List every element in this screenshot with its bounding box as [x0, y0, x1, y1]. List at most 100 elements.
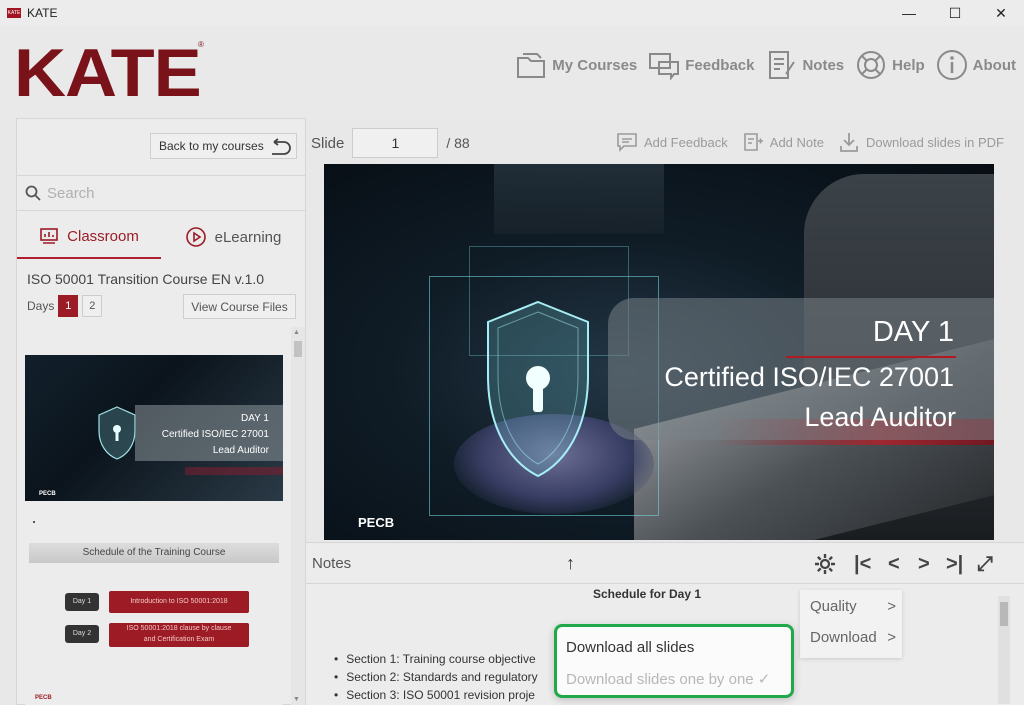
notes-icon	[769, 51, 796, 79]
thumb-brand: PECB	[35, 695, 52, 701]
download-one-by-one-option[interactable]: Download slides one by one ✓	[566, 670, 770, 688]
course-type-tabs: Classroom eLearning	[17, 215, 305, 259]
shield-graphic	[98, 406, 136, 460]
close-button[interactable]: ✕	[978, 0, 1024, 26]
next-slide-button[interactable]: >	[918, 553, 930, 576]
download-pdf-button[interactable]: Download slides in PDF	[838, 131, 1004, 153]
first-slide-button[interactable]: |<	[854, 553, 871, 576]
shield-graphic	[487, 300, 589, 478]
thumb-day1-bar: Introduction to ISO 50001:2018	[109, 591, 249, 613]
kate-logo: KATE	[14, 35, 202, 111]
lifebuoy-icon	[857, 51, 886, 79]
slide-title-day: DAY 1	[872, 316, 954, 348]
folder-icon	[517, 53, 546, 78]
thumb-schedule-header: Schedule of the Training Course	[29, 543, 279, 563]
add-feedback-label: Add Feedback	[643, 134, 728, 150]
tab-elearning[interactable]: eLearning	[161, 215, 305, 259]
nav-label: Notes	[802, 56, 845, 74]
slide-title-rule	[786, 356, 956, 358]
slide-thumbnail-1[interactable]: DAY 1 Certified ISO/IEC 27001 Lead Audit…	[25, 355, 283, 501]
nav-label: My Courses	[552, 56, 638, 74]
expand-notes-button[interactable]: ↑	[566, 553, 575, 574]
scroll-up-arrow[interactable]: ▲	[293, 329, 300, 336]
thumb-title-line1: DAY 1	[241, 413, 269, 424]
window-title: KATE	[27, 6, 58, 20]
thumb-title-line3: Lead Auditor	[212, 445, 269, 456]
add-note-label: Add Note	[769, 134, 824, 150]
scroll-down-arrow[interactable]: ▼	[293, 696, 300, 703]
slide-total: / 88	[446, 135, 470, 151]
day-2-button[interactable]: 2	[82, 295, 103, 317]
tab-label: Classroom	[67, 227, 139, 245]
course-sidebar: Back to my courses Search Classroom eLea…	[16, 118, 306, 705]
nav-my-courses[interactable]: My Courses	[514, 48, 637, 82]
slide-thumbnail-list: DAY 1 Certified ISO/IEC 27001 Lead Audit…	[17, 327, 289, 705]
search-input[interactable]: Search	[17, 175, 305, 211]
slide-number-input[interactable]	[352, 128, 439, 158]
days-label: Days	[27, 299, 55, 313]
top-nav: My Courses Feedback Notes Help About	[504, 48, 1016, 82]
notes-toolbar: Notes ↑ |< < > >| ⤢	[306, 542, 1024, 584]
course-title: ISO 50001 Transition Course EN v.1.0	[27, 271, 265, 287]
menu-item-quality[interactable]: Quality >	[810, 598, 896, 615]
thumb-title-line2: Certified ISO/IEC 27001	[161, 429, 269, 440]
thumb-day2-bar-line2: and Certification Exam	[143, 636, 215, 643]
notes-list: Section 1: Training course objective Sec…	[334, 650, 538, 704]
chevron-right-icon: >	[887, 598, 896, 615]
thumb-laptop-glow	[185, 467, 283, 475]
add-note-icon	[743, 133, 763, 151]
registered-mark: ®	[198, 40, 204, 49]
slide-title-line3: Lead Auditor	[804, 402, 956, 432]
minimize-button[interactable]: —	[886, 0, 932, 26]
download-icon	[840, 133, 858, 152]
slide-viewer: DAY 1 Certified ISO/IEC 27001 Lead Audit…	[324, 164, 994, 540]
search-placeholder: Search	[47, 184, 95, 202]
classroom-icon	[40, 228, 58, 244]
nav-notes[interactable]: Notes	[764, 48, 844, 82]
tab-label: eLearning	[214, 228, 282, 246]
view-course-files-button[interactable]: View Course Files	[183, 294, 296, 319]
window-titlebar: KATE KATE — ☐ ✕	[0, 0, 1024, 26]
nav-feedback[interactable]: Feedback	[647, 50, 754, 80]
nav-label: Feedback	[685, 56, 755, 74]
maximize-button[interactable]: ☐	[932, 0, 978, 26]
notes-item: Section 1: Training course objective	[334, 650, 538, 668]
comment-icon	[617, 133, 637, 152]
thumbnail-scrollbar[interactable]: ▲ ▼	[291, 327, 305, 705]
chevron-right-icon: >	[887, 629, 896, 646]
tab-classroom[interactable]: Classroom	[17, 215, 161, 259]
slide-brand: PECB	[358, 515, 395, 530]
download-all-slides-option[interactable]: Download all slides	[566, 639, 694, 656]
slide-label: Slide	[311, 134, 345, 152]
last-slide-button[interactable]: >|	[946, 553, 963, 576]
settings-menu: Quality > Download >	[800, 590, 902, 658]
notes-scrollbar[interactable]	[998, 596, 1010, 704]
previous-slide-button[interactable]: <	[888, 553, 900, 576]
back-to-courses-button[interactable]: Back to my courses	[150, 133, 297, 159]
slide-title-line2: Certified ISO/IEC 27001	[664, 362, 954, 392]
nav-about[interactable]: About	[935, 48, 1016, 82]
search-icon	[25, 185, 41, 201]
menu-item-download[interactable]: Download >	[810, 629, 896, 646]
day-1-button[interactable]: 1	[58, 295, 79, 317]
notes-label: Notes	[312, 555, 352, 572]
settings-gear-icon[interactable]	[814, 553, 836, 575]
day-selector: Days 1 2	[27, 295, 103, 317]
notes-item: Section 3: ISO 50001 revision proje	[334, 686, 538, 704]
add-note-button[interactable]: Add Note	[742, 131, 824, 153]
thumb-brand: PECB	[39, 491, 56, 497]
app-icon: KATE	[7, 8, 21, 18]
scroll-thumb[interactable]	[1000, 602, 1008, 626]
menu-item-label: Quality	[810, 598, 857, 615]
nav-label: About	[972, 56, 1016, 74]
nav-help[interactable]: Help	[854, 48, 925, 82]
fullscreen-button[interactable]: ⤢	[977, 553, 993, 576]
notes-item: Section 2: Standards and regulatory	[334, 668, 537, 686]
slide-thumbnail-2[interactable]: Schedule of the Training Course Day 1 Da…	[25, 523, 283, 705]
add-feedback-button[interactable]: Add Feedback	[616, 132, 728, 152]
thumb-day2-bar-line1: ISO 50001:2018 clause by clause	[126, 625, 232, 632]
thumb-day1-pill: Day 1	[65, 593, 99, 611]
thumb-day2-pill: Day 2	[65, 625, 99, 643]
app-header: KATE ® My Courses Feedback Notes Help Ab…	[0, 26, 1024, 120]
scroll-thumb[interactable]	[294, 341, 302, 357]
